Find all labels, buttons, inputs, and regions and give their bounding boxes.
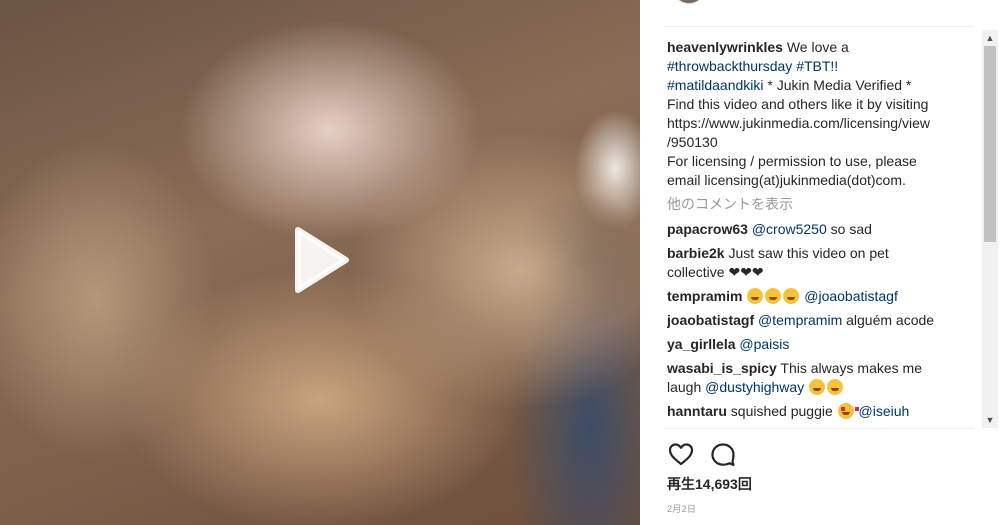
play-button[interactable] (280, 220, 360, 300)
comment-text: collective ❤❤❤ (667, 264, 764, 280)
comment-item: joaobatistagf @tempramim alguém acode (667, 311, 967, 330)
caption-username[interactable]: heavenlywrinkles (667, 39, 783, 55)
comment-text: This always makes me (780, 360, 922, 376)
video-player[interactable] (0, 0, 640, 525)
face-with-tears-of-joy-emoji (827, 379, 844, 395)
face-with-tears-of-joy-emoji (747, 288, 764, 304)
comment-bubble-icon (711, 443, 735, 467)
comment-item: wasabi_is_spicy This always makes me lau… (667, 359, 967, 397)
load-more-comments-link[interactable]: 他のコメントを表示 (667, 195, 967, 214)
comment-mention[interactable]: @iseiuh (859, 403, 910, 419)
hashtag-tbt[interactable]: #TBT!! (796, 58, 838, 74)
comment-item: papacrow63 @crow5250 so sad (667, 220, 967, 239)
divider (664, 26, 974, 27)
caption-link: https://www.jukinmedia.com/licensing/vie… (667, 115, 930, 131)
comment-item: hanntaru squished puggie @iseiuh (667, 402, 967, 421)
view-count: 再生14,693回 (667, 476, 752, 492)
post-side-panel: heavenlywrinkles We love a #throwbackthu… (640, 0, 1000, 525)
face-with-tears-of-joy-emoji (809, 379, 826, 395)
comment-mention[interactable]: @tempramim (758, 312, 842, 328)
heart-eyes-emoji (837, 403, 859, 419)
comment-button[interactable] (709, 440, 737, 468)
comment-text: squished puggie (730, 403, 833, 419)
comment-text: laugh (667, 379, 702, 395)
caption-text: For licensing / permission to use, pleas… (667, 153, 917, 169)
comment-username[interactable]: tempramim (667, 288, 742, 304)
comment-mention[interactable]: @crow5250 (752, 221, 827, 237)
comments-list: heavenlywrinkles We love a #throwbackthu… (667, 38, 967, 428)
comment-username[interactable]: hanntaru (667, 403, 727, 419)
comment-username[interactable]: papacrow63 (667, 221, 748, 237)
comments-scrollbar[interactable]: ▲ ▼ (982, 30, 998, 428)
post-date[interactable]: 2月2日 (667, 502, 696, 515)
comment-text: alguém acode (846, 312, 935, 328)
heart-outline-icon (668, 443, 694, 466)
comment-item: ya_girllela @paisis (667, 335, 967, 354)
comment-username[interactable]: ya_girllela (667, 336, 736, 352)
post-actions (667, 440, 737, 468)
post-caption: heavenlywrinkles We love a #throwbackthu… (667, 38, 967, 190)
avatar[interactable] (672, 0, 706, 4)
comment-text: so sad (830, 221, 872, 237)
comment-mention[interactable]: @joaobatistagf (804, 288, 898, 304)
comment-text: Just saw this video on pet (728, 245, 889, 261)
hashtag-throwbackthursday[interactable]: #throwbackthursday (667, 58, 792, 74)
face-with-tears-of-joy-emoji (765, 288, 782, 304)
comment-username[interactable]: barbie2k (667, 245, 725, 261)
face-with-tears-of-joy-emoji (783, 288, 800, 304)
hashtag-matildaandkiki[interactable]: #matildaandkiki (667, 77, 764, 93)
comment-mention[interactable]: @dustyhighway (705, 379, 804, 395)
caption-text: email licensing(at)jukinmedia(dot)com. (667, 172, 906, 188)
caption-text: Find this video and others like it by vi… (667, 96, 929, 112)
caption-text: We love a (786, 39, 849, 55)
scroll-down-arrow-icon[interactable]: ▼ (982, 412, 998, 428)
comment-username[interactable]: joaobatistagf (667, 312, 754, 328)
scroll-up-arrow-icon[interactable]: ▲ (982, 30, 998, 46)
comment-item: barbie2k Just saw this video on pet coll… (667, 244, 967, 282)
comment-mention[interactable]: @paisis (739, 336, 789, 352)
scroll-thumb[interactable] (984, 46, 996, 242)
caption-text: * Jukin Media Verified * (767, 77, 912, 93)
comment-item: tempramim @joaobatistagf (667, 287, 967, 306)
play-icon (295, 227, 349, 293)
comment-username[interactable]: wasabi_is_spicy (667, 360, 777, 376)
caption-link: /950130 (667, 134, 718, 150)
divider (664, 428, 974, 429)
like-button[interactable] (667, 440, 695, 468)
